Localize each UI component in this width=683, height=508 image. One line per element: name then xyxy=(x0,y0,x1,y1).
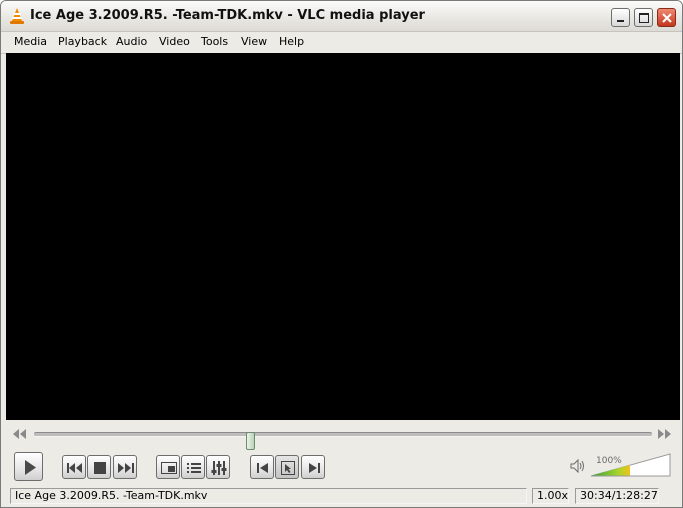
fullscreen-icon xyxy=(161,462,177,474)
snapshot-button[interactable] xyxy=(275,455,299,479)
maximize-icon xyxy=(639,13,649,23)
menu-view[interactable]: View xyxy=(241,35,267,48)
close-button[interactable] xyxy=(657,8,676,27)
minimize-button[interactable] xyxy=(611,8,630,27)
menu-help[interactable]: Help xyxy=(279,35,304,48)
stop-icon xyxy=(94,462,106,474)
menu-bar: Media Playback Audio Video Tools View He… xyxy=(1,32,682,54)
seek-row xyxy=(1,425,682,450)
video-area[interactable] xyxy=(6,53,680,420)
seek-handle[interactable] xyxy=(246,432,255,450)
vlc-cone-icon xyxy=(10,8,24,24)
close-icon xyxy=(662,13,672,23)
frame-back-icon xyxy=(257,463,268,473)
previous-icon xyxy=(67,463,82,473)
next-button[interactable] xyxy=(113,455,137,479)
extended-settings-button[interactable] xyxy=(206,455,230,479)
speaker-icon[interactable] xyxy=(570,459,586,473)
menu-playback[interactable]: Playback xyxy=(58,35,107,48)
window-title: Ice Age 3.2009.R5. -Team-TDK.mkv - VLC m… xyxy=(30,8,425,23)
menu-tools[interactable]: Tools xyxy=(201,35,228,48)
maximize-button[interactable] xyxy=(634,8,653,27)
playlist-icon xyxy=(187,463,201,473)
playlist-button[interactable] xyxy=(181,455,205,479)
seek-backward-icon[interactable] xyxy=(13,429,27,439)
play-button[interactable] xyxy=(14,452,43,481)
minimize-icon xyxy=(617,20,624,22)
time-display[interactable]: 30:34/1:28:27 xyxy=(575,488,659,504)
status-filename: Ice Age 3.2009.R5. -Team-TDK.mkv xyxy=(10,488,527,504)
stop-button[interactable] xyxy=(87,455,111,479)
previous-button[interactable] xyxy=(62,455,86,479)
play-icon xyxy=(25,460,36,475)
frame-forward-icon xyxy=(309,463,320,473)
frame-forward-button[interactable] xyxy=(301,455,325,479)
playback-speed[interactable]: 1.00x xyxy=(532,488,569,504)
menu-audio[interactable]: Audio xyxy=(116,35,147,48)
title-bar[interactable]: Ice Age 3.2009.R5. -Team-TDK.mkv - VLC m… xyxy=(1,1,682,32)
seek-slider[interactable] xyxy=(34,432,652,450)
seek-forward-icon[interactable] xyxy=(657,429,671,439)
next-icon xyxy=(118,463,134,473)
status-bar: Ice Age 3.2009.R5. -Team-TDK.mkv 1.00x 3… xyxy=(1,487,682,507)
volume-slider[interactable] xyxy=(590,453,671,477)
frame-back-button[interactable] xyxy=(250,455,274,479)
extended-settings-icon xyxy=(211,461,227,475)
snapshot-icon xyxy=(281,461,295,475)
vlc-window: Ice Age 3.2009.R5. -Team-TDK.mkv - VLC m… xyxy=(0,0,683,508)
menu-media[interactable]: Media xyxy=(14,35,47,48)
fullscreen-button[interactable] xyxy=(156,455,180,479)
menu-video[interactable]: Video xyxy=(159,35,190,48)
